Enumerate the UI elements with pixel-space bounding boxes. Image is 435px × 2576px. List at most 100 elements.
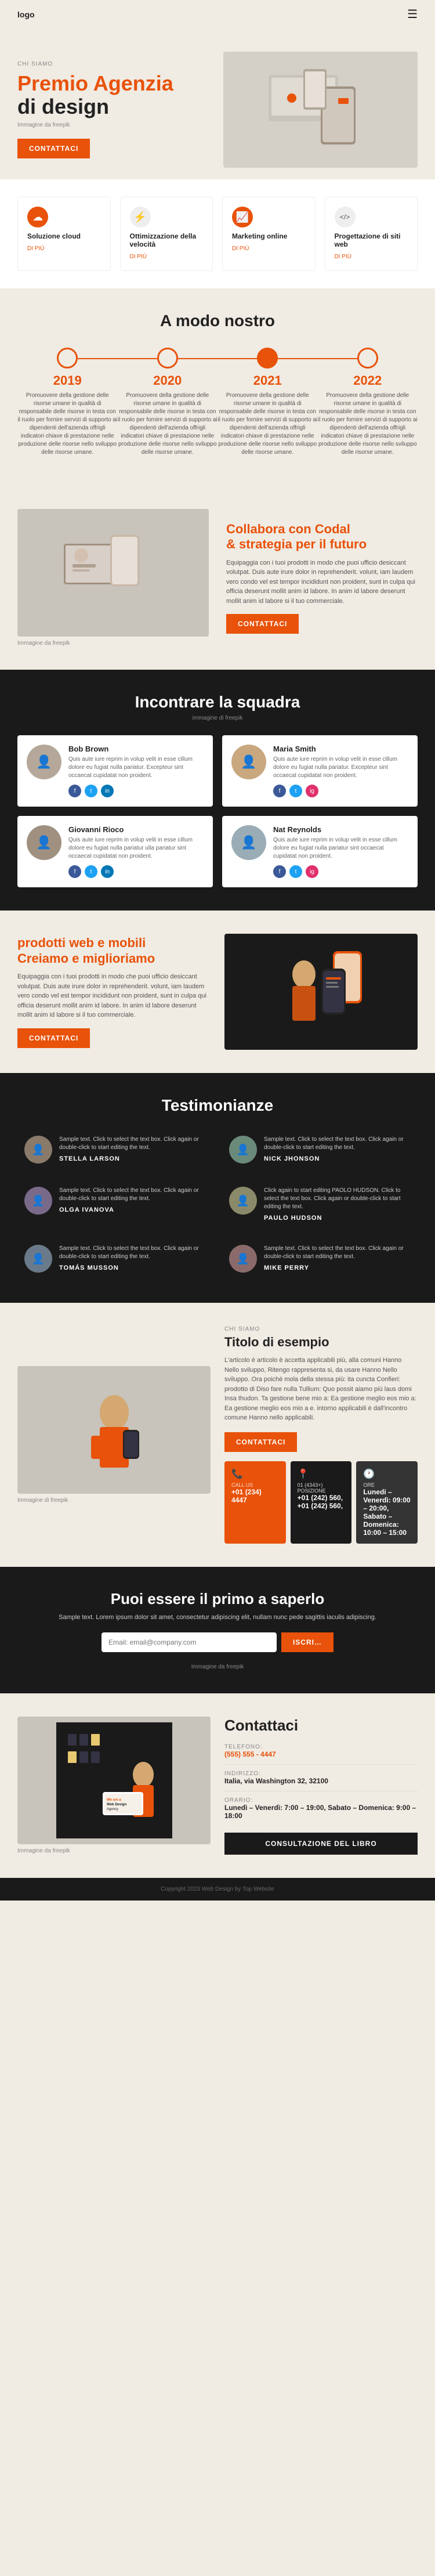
testi-info-0: Sample text. Click to select the text bo… [59, 1136, 206, 1162]
creiamo-cta-button[interactable]: CONTATTACI [17, 1028, 90, 1048]
hero-title-black: di design [17, 95, 212, 118]
hero-right [223, 52, 418, 168]
testi-text-0: Sample text. Click to select the text bo… [59, 1136, 206, 1152]
creiamo-text: Equipaggia con i tuoi prodotti in modo c… [17, 972, 211, 1020]
stat-box-0: 📞 CALL US +01 (234) 4447 [224, 1461, 286, 1544]
collabora-text: Equipaggia con i tuoi prodotti in modo c… [226, 558, 418, 606]
service-icon-2: 📈 [232, 207, 253, 227]
testi-name-0: STELLA LARSON [59, 1155, 206, 1162]
timeline-item-1: 2020 Promuovere della gestione delle ris… [118, 348, 218, 457]
stat-icon-0: 📞 [231, 1468, 279, 1480]
stat-label-2: ORE [363, 1482, 411, 1488]
collabora-img-label: Immagine da freepik [17, 640, 209, 646]
team-tw-1[interactable]: t [289, 785, 302, 797]
collabora-image [17, 509, 209, 637]
team-name-1: Maria Smith [273, 745, 408, 753]
tl-dot-3 [357, 348, 378, 368]
team-social-1: f t ig [273, 785, 408, 797]
service-title-0: Soluzione cloud [27, 232, 101, 240]
timeline-item-2: 2021 Promuovere della gestione delle ris… [217, 348, 318, 457]
service-link-0[interactable]: DI PIÙ [27, 245, 44, 252]
collabora-cta-button[interactable]: CONTATTACI [226, 614, 299, 634]
chisiamo-cta-button[interactable]: CONTATTACI [224, 1432, 297, 1452]
testi-photo-2: 👤 [24, 1187, 52, 1215]
hero-cta-button[interactable]: CONTATTACI [17, 139, 90, 158]
testimonial-card-4: 👤 Sample text. Click to select the text … [17, 1238, 213, 1280]
team-fb-1[interactable]: f [273, 785, 286, 797]
chisiamo-section: Immagine di freepik Chi siamo Titolo di … [0, 1303, 435, 1567]
service-link-1[interactable]: DI PIÙ [130, 254, 147, 260]
tl-year-2: 2021 [217, 373, 318, 388]
team-li-0[interactable]: in [101, 785, 114, 797]
team-fb-0[interactable]: f [68, 785, 81, 797]
team-info-1: Maria Smith Quis aute iure reprim in vol… [273, 745, 408, 797]
testi-info-3: Click again to start editing PAOLO HUDSO… [264, 1187, 411, 1222]
creiamo-left: prodotti web e mobili Creiamo e migliori… [17, 935, 211, 1047]
contact-address-value: Italia, via Washington 32, 32100 [224, 1777, 418, 1785]
team-tw-3[interactable]: t [289, 865, 302, 878]
team-desc-1: Quis aute iure reprim in volup velit in … [273, 756, 408, 780]
team-desc-0: Quis aute iure reprim in volup velit in … [68, 756, 204, 780]
header: logo ☰ [0, 0, 435, 28]
stat-icon-1: 📍 [298, 1468, 345, 1480]
contact-phone-value: (555) 555 - 4447 [224, 1750, 418, 1758]
team-fb-3[interactable]: f [273, 865, 286, 878]
tl-year-3: 2022 [318, 373, 418, 388]
team-info-0: Bob Brown Quis aute iure reprim in volup… [68, 745, 204, 797]
team-tw-2[interactable]: t [85, 865, 97, 878]
contact-phone: Telefono: (555) 555 - 4447 [224, 1744, 418, 1758]
contattaci-cta-button[interactable]: CONSULTAZIONE DEL LIBRO [224, 1833, 418, 1855]
team-fb-2[interactable]: f [68, 865, 81, 878]
team-photo-3: 👤 [231, 825, 266, 860]
service-icon-3: </> [335, 207, 356, 227]
service-link-3[interactable]: DI PIÙ [335, 254, 351, 260]
hero-title: Premio Agenzia di design [17, 72, 212, 118]
hamburger-icon[interactable]: ☰ [407, 7, 418, 21]
team-grid: 👤 Bob Brown Quis aute iure reprim in vol… [17, 735, 418, 887]
testi-info-1: Sample text. Click to select the text bo… [264, 1136, 411, 1162]
team-ig-1[interactable]: ig [306, 785, 318, 797]
testi-photo-4: 👤 [24, 1245, 52, 1273]
squadra-img-label: immagine di freepik [17, 715, 418, 721]
primo-img-label: Immagine da freepik [17, 1664, 418, 1670]
team-ig-3[interactable]: ig [306, 865, 318, 878]
contattaci-img-label: Immagine da freepik [17, 1848, 211, 1854]
creiamo-image [224, 934, 418, 1050]
service-icon-0: ☁ [27, 207, 48, 227]
tl-text-1: Promuovere della gestione delle risorse … [118, 392, 218, 457]
testimonials-grid: 👤 Sample text. Click to select the text … [17, 1129, 418, 1280]
primo-cta-button[interactable]: ISCRI… [281, 1632, 334, 1652]
hero-left: CHI SIAMO Premio Agenzia di design Immag… [17, 61, 212, 158]
team-info-2: Giovanni Rioco Quis aute iure reprim in … [68, 825, 204, 878]
tl-dot-2 [257, 348, 278, 368]
service-icon-1: ⚡ [130, 207, 151, 227]
collabora-left: Immagine da freepik [17, 509, 209, 646]
service-card-2: 📈 Marketing online DI PIÙ [222, 197, 316, 271]
contact-address: Indirizzo: Italia, via Washington 32, 32… [224, 1771, 418, 1785]
service-card-0: ☁ Soluzione cloud DI PIÙ [17, 197, 111, 271]
testi-photo-0: 👤 [24, 1136, 52, 1164]
timeline-item-0: 2019 Promuovere della gestione delle ris… [17, 348, 118, 457]
squadra-title: Incontrare la squadra [17, 693, 418, 711]
chisiamo-section-label: Chi siamo [224, 1326, 418, 1332]
email-input[interactable] [102, 1632, 277, 1652]
team-name-3: Nat Reynolds [273, 825, 408, 834]
footer-text: Copyright 2023 Web Design by Top Website [17, 1886, 418, 1892]
contact-hours-value: Lunedì – Venerdì: 7:00 – 19:00, Sabato –… [224, 1804, 418, 1820]
team-li-2[interactable]: in [101, 865, 114, 878]
email-form: ISCRI… [102, 1632, 334, 1652]
creiamo-right [224, 934, 418, 1050]
service-link-2[interactable]: DI PIÙ [232, 245, 249, 252]
testimonials-section: Testimonianze 👤 Sample text. Click to se… [0, 1073, 435, 1303]
testi-name-5: MIKE PERRY [264, 1264, 411, 1271]
testi-text-5: Sample text. Click to select the text bo… [264, 1245, 411, 1261]
timeline: 2019 Promuovere della gestione delle ris… [17, 348, 418, 457]
collabora-title: Collabora con Codal & strategia per il f… [226, 522, 418, 552]
team-social-3: f t ig [273, 865, 408, 878]
chisiamo-left: Immagine di freepik [17, 1366, 211, 1504]
team-tw-0[interactable]: t [85, 785, 97, 797]
testimonial-card-2: 👤 Sample text. Click to select the text … [17, 1180, 213, 1229]
timeline-item-3: 2022 Promuovere della gestione delle ris… [318, 348, 418, 457]
service-title-2: Marketing online [232, 232, 306, 240]
team-photo-0: 👤 [27, 745, 61, 779]
